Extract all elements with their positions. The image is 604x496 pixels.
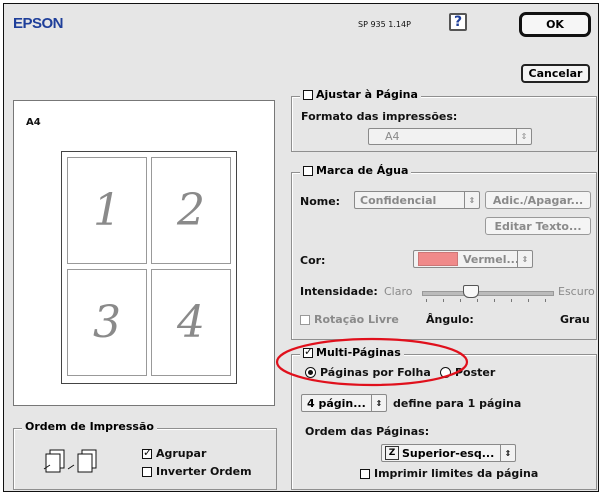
page-order-value: Superior-esq... xyxy=(402,446,495,460)
rotate-option[interactable]: Rotação Livre xyxy=(300,313,399,326)
watermark-color-select[interactable]: Vermel... ⇕ xyxy=(413,250,533,268)
intensity-track xyxy=(422,291,554,296)
intensity-high-label: Escuro xyxy=(558,285,595,298)
reverse-order-label: Inverter Ordem xyxy=(156,465,252,478)
watermark-color-label: Cor: xyxy=(300,254,326,267)
rotate-checkbox[interactable] xyxy=(300,314,310,325)
angle-label: Ângulo: xyxy=(426,313,474,326)
intensity-row: Intensidade: Claro Escuro xyxy=(300,281,595,305)
pages-count-suffix: define para 1 página xyxy=(393,397,522,410)
output-paper-label: Formato das impressões: xyxy=(301,110,458,123)
angle-unit-label: Grau xyxy=(560,313,590,326)
page-order-icon: Z xyxy=(385,446,399,460)
output-paper-value: A4 xyxy=(385,130,400,143)
preview-page-1: 1 xyxy=(67,157,147,264)
preview-paper-label: A4 xyxy=(26,117,41,128)
edit-text-button[interactable]: Editar Texto... xyxy=(485,217,591,235)
fit-to-page-group: Ajustar à Página Formato das impressões:… xyxy=(291,88,597,152)
preview-page-4: 4 xyxy=(151,269,231,376)
watermark-option[interactable]: Marca de Água xyxy=(300,164,412,177)
preview-sheet: 1 2 3 4 xyxy=(61,151,237,384)
fit-to-page-label: Ajustar à Página xyxy=(316,88,418,101)
watermark-color-arrows-icon: ⇕ xyxy=(517,251,532,267)
help-button[interactable]: ? xyxy=(449,13,467,31)
intensity-label: Intensidade: xyxy=(300,285,378,298)
watermark-label: Marca de Água xyxy=(316,164,409,177)
ok-button[interactable]: OK xyxy=(519,12,591,37)
watermark-checkbox[interactable] xyxy=(303,165,313,176)
highlight-ellipse xyxy=(275,337,469,387)
print-order-group: Ordem de Impressão Agrupar Inverter Orde… xyxy=(13,420,277,490)
print-borders-option[interactable]: Imprimir limites da página xyxy=(360,467,538,480)
reverse-order-option[interactable]: Inverter Ordem xyxy=(142,465,252,478)
intensity-slider[interactable] xyxy=(422,284,554,304)
watermark-name-arrows-icon: ⇕ xyxy=(464,192,479,208)
print-borders-label: Imprimir limites da página xyxy=(374,467,539,480)
collate-label: Agrupar xyxy=(156,447,207,460)
watermark-group: Marca de Água Nome: Confidencial ⇕ Adic.… xyxy=(291,164,597,340)
preview-page-3: 3 xyxy=(67,269,147,376)
intensity-slider-thumb[interactable] xyxy=(463,285,479,298)
cancel-button[interactable]: Cancelar xyxy=(521,64,590,83)
watermark-name-select[interactable]: Confidencial ⇕ xyxy=(354,191,480,209)
page-order-select[interactable]: Z Superior-esq... ⇕ xyxy=(381,444,516,462)
page-order-label: Ordem das Páginas: xyxy=(305,425,430,438)
add-delete-button[interactable]: Adic./Apagar... xyxy=(485,191,591,209)
rotate-label: Rotação Livre xyxy=(314,313,399,326)
output-paper-arrows-icon: ⇕ xyxy=(516,129,531,144)
print-borders-checkbox[interactable] xyxy=(360,468,370,479)
pages-count-value: 4 págin... xyxy=(307,396,366,410)
color-swatch xyxy=(418,252,458,266)
collate-icon xyxy=(42,447,106,481)
collate-checkbox[interactable] xyxy=(142,446,152,459)
preview-page-2: 2 xyxy=(151,157,231,264)
fit-to-page-option[interactable]: Ajustar à Página xyxy=(300,88,421,101)
intensity-ticks xyxy=(426,299,550,302)
driver-version: SP 935 1.14P xyxy=(358,20,411,29)
page-setup-dialog: EPSON SP 935 1.14P ? OK Cancelar A4 1 2 … xyxy=(3,3,599,492)
print-order-title-text: Ordem de Impressão xyxy=(25,420,154,433)
fit-to-page-checkbox[interactable] xyxy=(303,89,313,100)
watermark-color-value: Vermel... xyxy=(463,252,517,266)
print-order-title: Ordem de Impressão xyxy=(22,420,157,433)
collate-option[interactable]: Agrupar xyxy=(142,446,207,460)
page-order-arrows-icon: ⇕ xyxy=(500,445,515,461)
epson-logo: EPSON xyxy=(13,15,64,32)
watermark-name-label: Nome: xyxy=(300,195,341,208)
intensity-low-label: Claro xyxy=(384,285,413,298)
watermark-name-value: Confidencial xyxy=(360,193,437,207)
reverse-order-checkbox[interactable] xyxy=(142,466,152,477)
output-paper-select[interactable]: A4 ⇕ xyxy=(368,128,532,145)
pages-count-select[interactable]: 4 págin... ⇕ xyxy=(301,394,387,412)
pages-count-arrows-icon: ⇕ xyxy=(371,395,386,411)
preview-panel: A4 1 2 3 4 xyxy=(13,100,275,406)
